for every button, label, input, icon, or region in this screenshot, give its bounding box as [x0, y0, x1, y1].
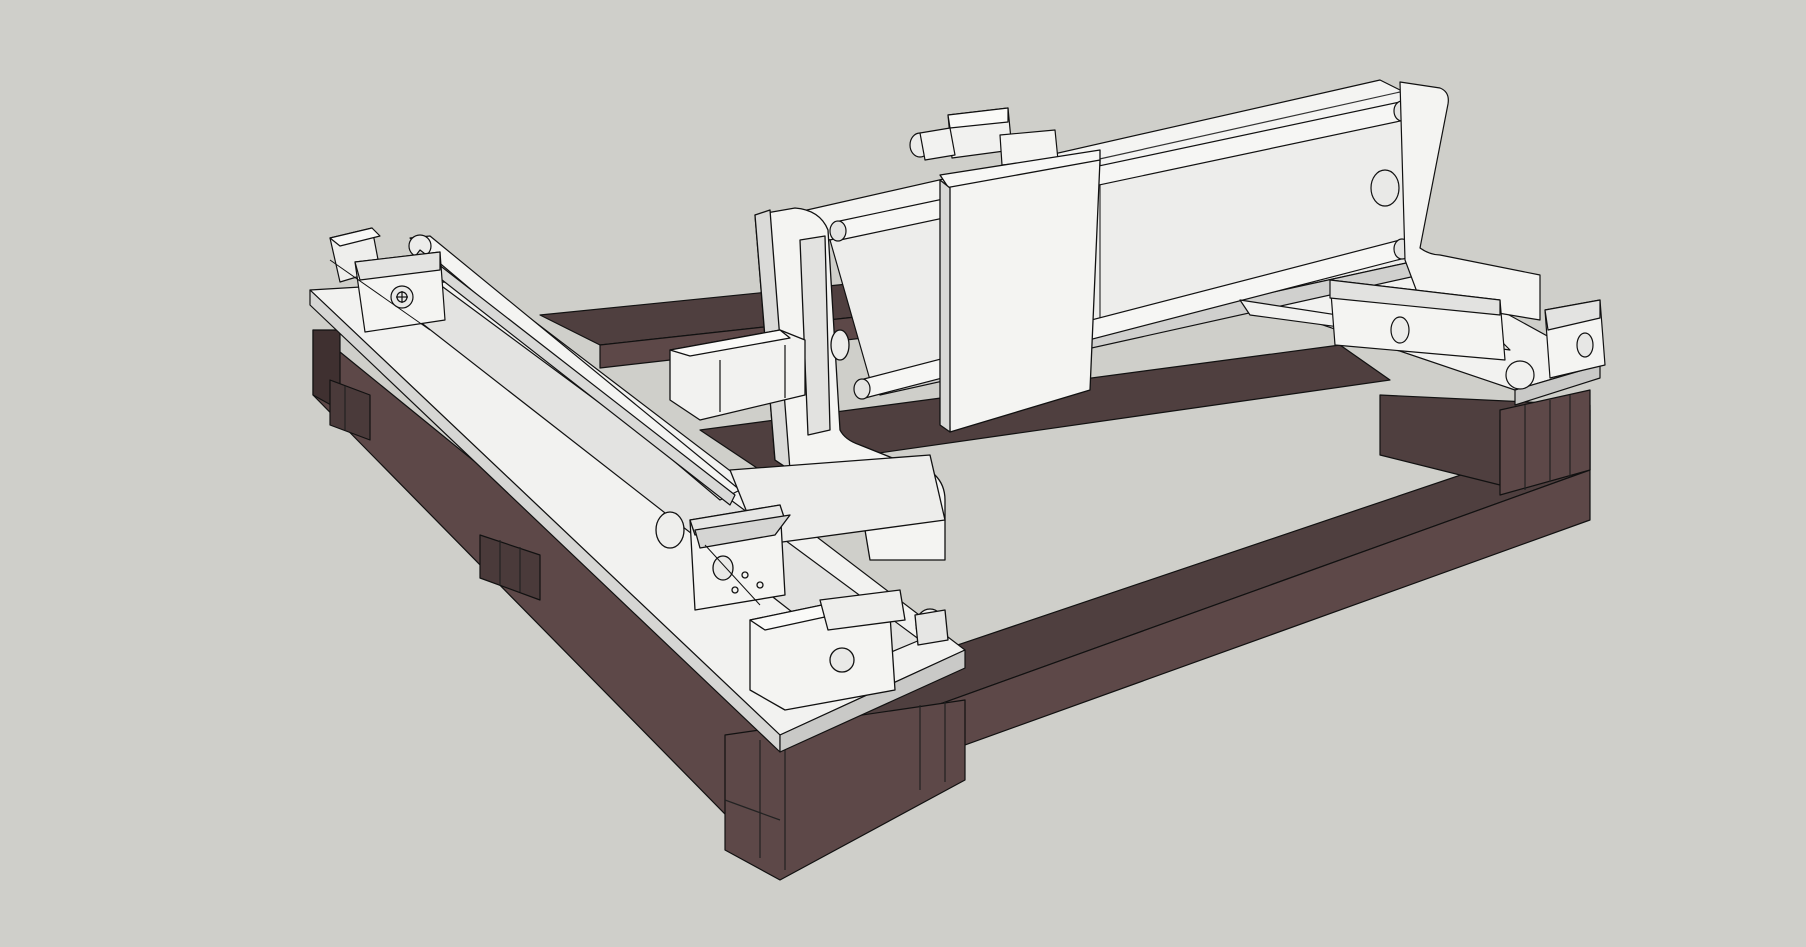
back-top-motors: [909, 107, 1059, 166]
x-carriage-plate: [939, 149, 1101, 433]
cnc-router-model: [309, 79, 1606, 881]
cad-viewport[interactable]: [0, 0, 1806, 947]
